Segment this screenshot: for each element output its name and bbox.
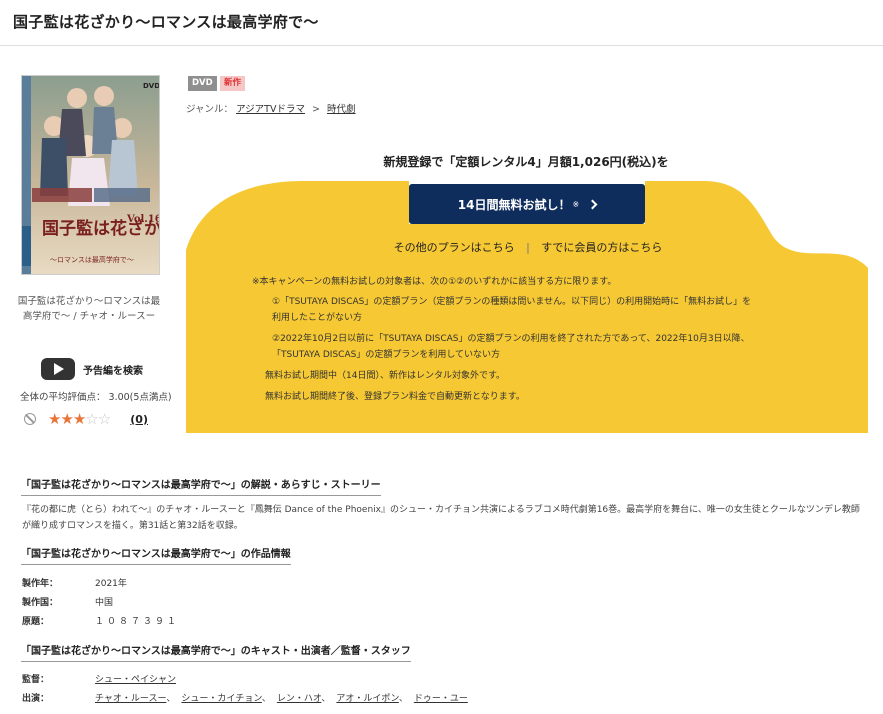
review-count-link[interactable]: (0): [130, 413, 148, 426]
cast-link[interactable]: アオ・ルイポン: [336, 694, 398, 704]
cover-dvd-logo: DVD: [143, 82, 160, 90]
play-icon: [41, 358, 75, 380]
director-label: 監督：: [22, 675, 50, 685]
cast-label: 出演：: [22, 694, 50, 704]
cast-link[interactable]: ドゥー・ユー: [414, 694, 468, 704]
cast-link[interactable]: チャオ・ルースー: [95, 694, 166, 704]
free-trial-note-mark: ※: [572, 199, 580, 209]
campaign-note: 無料お試し期間終了後、登録プラン料金で自動更新となります。: [265, 392, 525, 402]
free-trial-label: 14日間無料お試し！: [457, 197, 571, 212]
genre-label: ジャンル：: [186, 104, 234, 115]
link-divider: |: [526, 241, 530, 254]
cast-link[interactable]: シュー・カイチョン: [181, 694, 261, 704]
info-value-year: 2021年: [95, 579, 127, 589]
genre-breadcrumb: ジャンル： アジアTVドラマ > 時代劇: [186, 101, 356, 115]
director-link[interactable]: シュー・ペイシャン: [95, 675, 176, 685]
rating-row: ★ ★ ★ ☆ ☆ (0): [24, 410, 148, 428]
campaign-note: 利用したことがない方: [272, 313, 363, 323]
star-filled-icon[interactable]: ★: [73, 410, 86, 428]
cast-separator: 、: [261, 694, 271, 704]
star-empty-icon[interactable]: ☆: [85, 410, 98, 428]
cast-link[interactable]: レン・ハオ: [277, 694, 321, 704]
star-filled-icon[interactable]: ★: [60, 410, 73, 428]
info-label-original-title: 原題：: [22, 617, 50, 627]
genre-link-period-drama[interactable]: 時代劇: [327, 104, 356, 115]
star-empty-icon[interactable]: ☆: [98, 410, 111, 428]
rating-summary: 全体の平均評価点： 3.00(5点満点): [20, 392, 172, 403]
synopsis-heading: 「国子監は花ざかり～ロマンスは最高学府で～」の解説・あらすじ・ストーリー: [21, 476, 381, 496]
info-value-country: 中国: [95, 598, 114, 608]
free-trial-button[interactable]: 14日間無料お試し！ ※: [409, 184, 645, 224]
cover-caption: 国子監は花ざかり～ロマンスは最高学府で～ / チャオ・ルースー: [17, 296, 161, 322]
info-value-original-title: １０８７３９１: [95, 617, 180, 627]
cast-separator: 、: [398, 694, 408, 704]
prohibited-icon[interactable]: [24, 413, 36, 425]
cast-list: チャオ・ルースー、 シュー・カイチョン、 レン・ハオ、 アオ・ルイポン、 ドゥー・ユー: [95, 691, 468, 704]
synopsis-text: 『花の都に虎（とら）われて～』のチャオ・ルースーと『鳳舞伝 Dance of t…: [22, 505, 860, 531]
trailer-search-button[interactable]: 予告編を検索: [41, 358, 143, 380]
cast-separator: 、: [321, 694, 331, 704]
trailer-label: 予告編を検索: [83, 365, 143, 377]
member-login-link[interactable]: すでに会員の方はこちら: [541, 241, 662, 254]
chevron-right-icon: [587, 199, 598, 209]
plan-links: その他のプランはこちら | すでに会員の方はこちら: [346, 239, 710, 255]
cover-subtitle-text: ～ロマンスは最高学府で～: [50, 255, 134, 264]
dvd-cover-image[interactable]: Vol.16 国子監は花ざかり ～ロマンスは最高学府で～ DVD: [21, 75, 160, 275]
director-value: シュー・ペイシャン: [95, 672, 176, 685]
campaign-promo-text: 新規登録で「定額レンタル4」月額1,026円(税込)を: [383, 155, 669, 169]
cast-heading: 「国子監は花ざかり～ロマンスは最高学府で～」のキャスト・出演者／監督・スタッフ: [21, 642, 411, 662]
campaign-note: ※本キャンペーンの無料お試しの対象者は、次の①②のいずれかに該当する方に限ります…: [252, 277, 617, 287]
genre-link-asian-tv-drama[interactable]: アジアTVドラマ: [236, 104, 305, 115]
campaign-note: ②2022年10月2日以前に「TSUTAYA DISCAS」の定額プランの利用を…: [272, 334, 750, 344]
campaign-note: ①「TSUTAYA DISCAS」の定額プラン（定額プランの種類は問いません。以…: [272, 297, 752, 307]
work-info-heading: 「国子監は花ざかり～ロマンスは最高学府で～」の作品情報: [21, 545, 291, 565]
genre-separator: >: [312, 104, 320, 115]
star-filled-icon[interactable]: ★: [48, 410, 61, 428]
campaign-note: 無料お試し期間中（14日間）、新作はレンタル対象外です。: [265, 371, 506, 381]
dvd-tag: DVD: [188, 76, 217, 91]
star-rating[interactable]: ★ ★ ★ ☆ ☆: [48, 410, 111, 428]
other-plans-link[interactable]: その他のプランはこちら: [394, 241, 515, 254]
new-release-tag: 新作: [220, 76, 246, 91]
cover-title-text: 国子監は花ざかり: [42, 218, 160, 239]
cast-separator: 、: [166, 694, 176, 704]
campaign-note: 「TSUTAYA DISCAS」の定額プランを利用していない方: [272, 350, 501, 360]
info-label-year: 製作年：: [22, 579, 59, 589]
info-label-country: 製作国：: [22, 598, 59, 608]
